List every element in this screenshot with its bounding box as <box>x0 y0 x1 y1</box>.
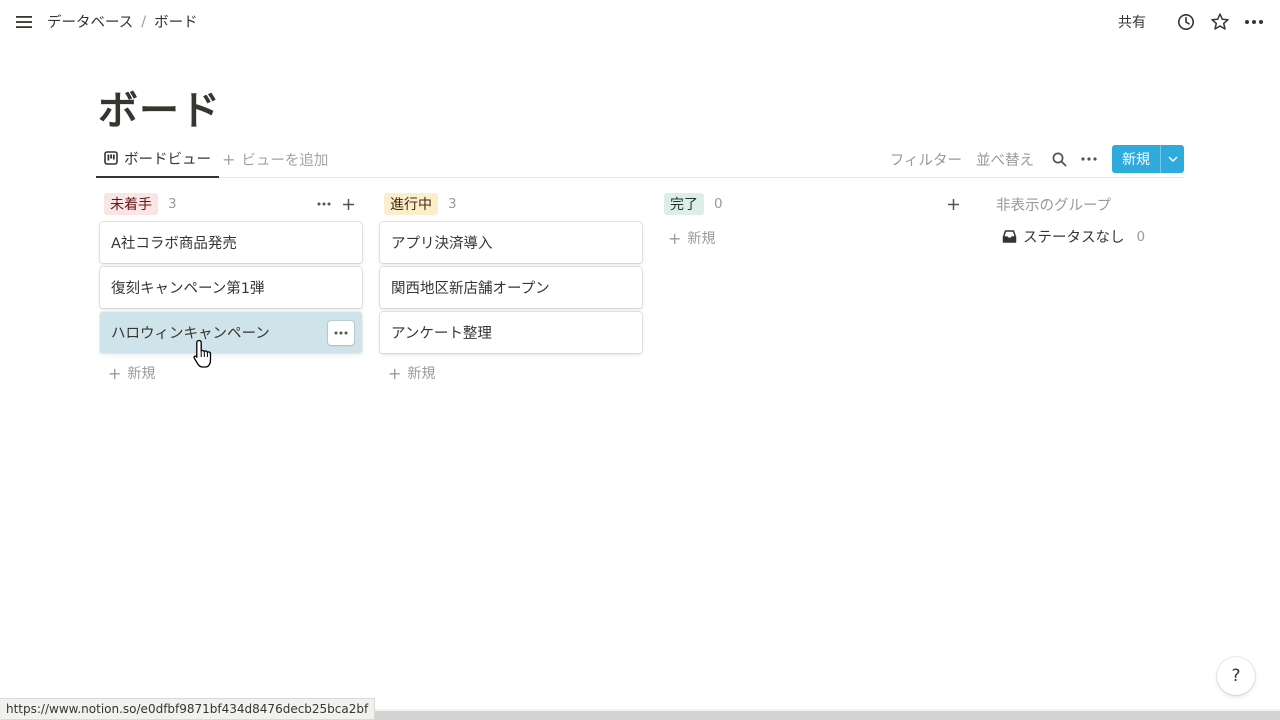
board-icon <box>104 151 118 165</box>
board-column-done: 完了 0 + 新規 <box>660 192 922 254</box>
share-button[interactable]: 共有 <box>1112 10 1152 34</box>
hidden-group-label: ステータスなし <box>1023 230 1125 246</box>
plus-icon: + <box>108 363 122 383</box>
add-card-label: 新規 <box>687 231 716 247</box>
new-button[interactable]: 新規 <box>1112 145 1160 173</box>
page-title[interactable]: ボード <box>98 78 221 136</box>
view-bar: ボードビュー + ビューを追加 フィルター 並べ替え 新規 <box>96 140 1184 178</box>
add-view-button[interactable]: + ビューを追加 <box>222 140 328 178</box>
add-card-button[interactable]: + 新規 <box>660 222 922 254</box>
tab-board-view[interactable]: ボードビュー <box>96 140 219 178</box>
column-count: 0 <box>714 196 723 212</box>
board-card[interactable]: 関西地区新店舗オープン <box>380 267 642 308</box>
column-header: 未着手 3 <box>100 192 362 216</box>
menu-icon[interactable] <box>14 12 34 32</box>
board-card[interactable]: A社コラボ商品発売 <box>100 222 362 263</box>
column-more-icon[interactable] <box>314 194 334 214</box>
plus-icon: + <box>222 149 236 169</box>
card-more-icon[interactable] <box>328 321 354 345</box>
chevron-down-icon[interactable] <box>1160 145 1184 173</box>
status-tag-todo[interactable]: 未着手 <box>104 193 158 215</box>
card-title: アンケート整理 <box>391 326 492 342</box>
new-button-group: 新規 <box>1112 145 1184 173</box>
board-card[interactable]: ハロウィンキャンペーン <box>100 312 362 353</box>
add-card-label: 新規 <box>127 366 156 382</box>
board-column-in-progress: 進行中 3 アプリ決済導入 関西地区新店舗オープン アンケート整理 + 新規 <box>380 192 642 389</box>
add-view-label: ビューを追加 <box>241 152 329 169</box>
card-list: アプリ決済導入 関西地区新店舗オープン アンケート整理 <box>380 222 642 353</box>
add-card-button[interactable]: + 新規 <box>100 357 362 389</box>
status-tag-done[interactable]: 完了 <box>664 193 704 215</box>
card-list: A社コラボ商品発売 復刻キャンペーン第1弾 ハロウィンキャンペーン <box>100 222 362 353</box>
column-count: 3 <box>168 196 177 212</box>
more-icon[interactable] <box>1242 10 1266 34</box>
help-button[interactable]: ? <box>1217 657 1255 695</box>
board-column-todo: 未着手 3 A社コラボ商品発売 復刻キャンペーン第1弾 ハロウィンキャンペーン … <box>100 192 362 389</box>
board-card[interactable]: 復刻キャンペーン第1弾 <box>100 267 362 308</box>
search-icon[interactable] <box>1048 148 1070 170</box>
top-bar: データベース / ボード 共有 <box>0 0 1280 44</box>
add-group-icon[interactable] <box>942 193 964 215</box>
column-actions <box>310 194 358 214</box>
breadcrumb-parent[interactable]: データベース <box>47 11 133 32</box>
hidden-group-count: 0 <box>1136 228 1146 245</box>
view-more-icon[interactable] <box>1078 148 1100 170</box>
breadcrumb: データベース / ボード <box>47 11 198 32</box>
card-title: A社コラボ商品発売 <box>111 236 237 252</box>
column-count: 3 <box>448 196 457 212</box>
card-title: アプリ決済導入 <box>391 236 493 252</box>
filter-button[interactable]: フィルター <box>890 149 962 170</box>
hidden-groups-title: 非表示のグループ <box>996 198 1112 214</box>
board-card[interactable]: アプリ決済導入 <box>380 222 642 263</box>
star-icon[interactable] <box>1208 10 1232 34</box>
column-add-icon[interactable] <box>338 194 358 214</box>
top-right-actions: 共有 <box>1112 10 1266 34</box>
card-title: 復刻キャンペーン第1弾 <box>111 281 265 297</box>
breadcrumb-separator: / <box>141 13 147 30</box>
card-title: ハロウィンキャンペーン <box>111 326 270 342</box>
column-header: 完了 0 <box>660 192 922 216</box>
plus-icon: + <box>388 363 402 383</box>
board-card[interactable]: アンケート整理 <box>380 312 642 353</box>
hidden-group-item[interactable]: ステータスなし 0 <box>1002 226 1145 247</box>
breadcrumb-current[interactable]: ボード <box>154 11 198 32</box>
sort-button[interactable]: 並べ替え <box>976 149 1034 170</box>
view-actions: フィルター 並べ替え 新規 <box>890 145 1184 173</box>
add-card-label: 新規 <box>407 366 436 382</box>
clock-icon[interactable] <box>1174 10 1198 34</box>
add-card-button[interactable]: + 新規 <box>380 357 642 389</box>
tab-board-view-label: ボードビュー <box>124 151 211 168</box>
column-header: 進行中 3 <box>380 192 642 216</box>
inbox-icon <box>1002 230 1017 243</box>
status-url: https://www.notion.so/e0dfbf9871bf434d84… <box>0 698 376 720</box>
plus-icon: + <box>668 228 682 248</box>
scrollbar-thumb[interactable] <box>331 711 1280 720</box>
card-title: 関西地区新店舗オープン <box>391 281 550 297</box>
status-tag-in-progress[interactable]: 進行中 <box>384 193 438 215</box>
